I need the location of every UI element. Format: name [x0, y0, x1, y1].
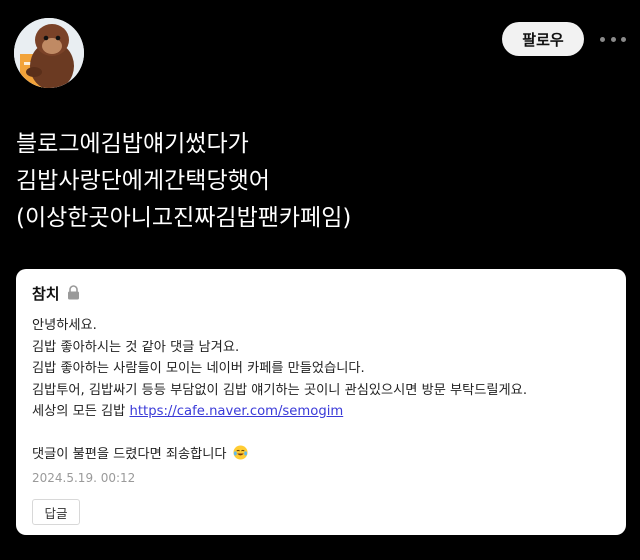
comment-line: 안녕하세요.	[32, 318, 97, 333]
more-dot	[621, 36, 626, 42]
reply-button[interactable]: 답글	[32, 499, 80, 525]
crying-laughing-emoji-icon	[233, 445, 248, 460]
comment-card: 참치 안녕하세요. 김밥 좋아하시는 것 같아 댓글 남겨요. 김밥 좋아하는 …	[16, 269, 626, 535]
avatar[interactable]	[14, 18, 84, 88]
comment-line: 김밥 좋아하시는 것 같아 댓글 남겨요.	[32, 339, 240, 355]
comment-line-prefix: 세상의 모든 김밥	[32, 404, 130, 419]
post-text: 블로그에김밥얘기썼다가 김밥사랑단에게간택당햇어 (이상한곳아니고진짜김밥팬카페…	[16, 126, 616, 237]
orangutan-plush-avatar	[14, 18, 84, 88]
post-line: 블로그에김밥얘기썼다가	[16, 131, 249, 157]
lock-icon	[68, 285, 79, 300]
comment-line: 김밥 좋아하는 사람들이 모이는 네이버 카페를 만들었습니다.	[32, 361, 365, 376]
comment-body: 안녕하세요. 김밥 좋아하시는 것 같아 댓글 남겨요. 김밥 좋아하는 사람들…	[32, 315, 617, 466]
comment-line: 댓글이 불편을 드렸다면 죄송합니다	[32, 444, 617, 466]
comment-author: 참치	[32, 285, 60, 303]
post-line: (이상한곳아니고진짜김밥팬카페임)	[16, 205, 352, 231]
post-line: 김밥사랑단에게간택당햇어	[16, 168, 270, 194]
comment-date: 2024.5.19. 00:12	[32, 471, 136, 485]
more-dot	[610, 36, 616, 42]
more-dot	[600, 36, 605, 42]
comment-line: 세상의 모든 김밥 https://cafe.naver.com/semogim	[32, 401, 617, 423]
follow-button[interactable]: 팔로우	[502, 22, 584, 56]
more-options-icon[interactable]	[600, 30, 626, 48]
comment-line: 김밥투어, 김밥싸기 등등 부담없이 김밥 얘기하는 곳이니 관심있으시면 방문…	[32, 382, 528, 398]
cafe-link[interactable]: https://cafe.naver.com/semogim	[130, 404, 344, 419]
apology-text: 댓글이 불편을 드렸다면 죄송합니다	[32, 447, 227, 462]
